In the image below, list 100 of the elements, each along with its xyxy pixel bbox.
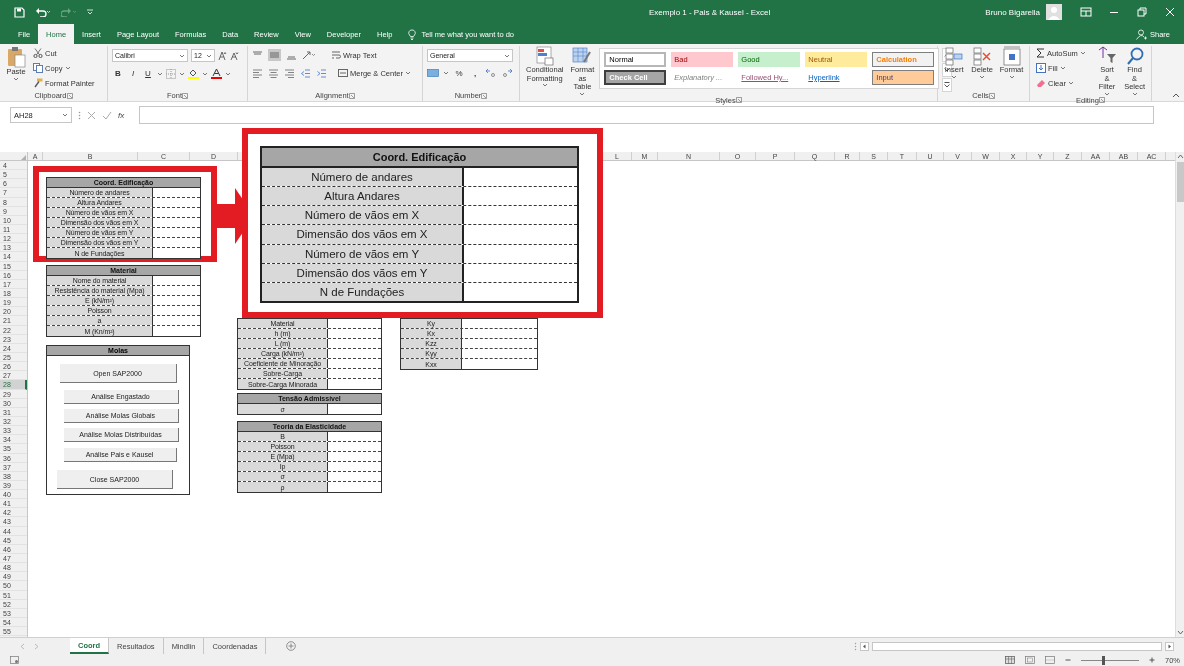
- formula-input[interactable]: [139, 106, 1154, 124]
- decrease-decimal-icon[interactable]: [501, 68, 513, 78]
- restore-icon[interactable]: [1136, 6, 1148, 18]
- table-brush-icon[interactable]: [572, 46, 593, 66]
- fill-down-icon[interactable]: [1036, 63, 1046, 73]
- macro-record-icon[interactable]: [10, 656, 19, 664]
- orientation-icon[interactable]: [302, 50, 316, 60]
- table-cell: Número de vãos em Y: [262, 244, 464, 263]
- add-sheet-icon[interactable]: [286, 641, 297, 651]
- dialog-launcher-icon[interactable]: [988, 92, 995, 99]
- scroll-right-icon[interactable]: [1165, 641, 1174, 651]
- clipboard-icon[interactable]: [6, 46, 26, 68]
- caret-icon[interactable]: [1131, 91, 1138, 96]
- dialog-launcher-icon[interactable]: [66, 92, 73, 99]
- table-cell: Dimensão dos vãos em X: [262, 225, 464, 244]
- caret-icon[interactable]: [179, 71, 185, 76]
- currency-icon[interactable]: [427, 68, 439, 78]
- check-icon[interactable]: [102, 110, 112, 120]
- zoom-in-icon[interactable]: [1149, 657, 1155, 663]
- font-style-button[interactable]: I: [127, 69, 139, 78]
- caret-icon[interactable]: [225, 71, 231, 76]
- wrap-text-icon[interactable]: [331, 50, 341, 60]
- scissors-icon[interactable]: [33, 48, 43, 58]
- merge-cells-icon[interactable]: [338, 68, 348, 78]
- delete-cells-icon[interactable]: [972, 46, 993, 66]
- insert-cells-icon[interactable]: [944, 46, 965, 66]
- caret-icon[interactable]: [1067, 81, 1074, 85]
- sort-filter-icon[interactable]: [1097, 46, 1117, 66]
- caret-icon[interactable]: [404, 71, 411, 75]
- percent-button[interactable]: %: [453, 68, 465, 78]
- table-title: Coord. Edificação: [262, 148, 577, 168]
- align-right-icon[interactable]: [284, 68, 295, 78]
- horizontal-scrollbar[interactable]: [872, 641, 1162, 651]
- caret-icon[interactable]: [579, 91, 586, 96]
- dialog-launcher-icon[interactable]: [182, 92, 188, 99]
- scroll-left-icon[interactable]: [860, 641, 869, 651]
- caret-icon[interactable]: [541, 83, 548, 88]
- zoom-out-icon[interactable]: [1065, 657, 1071, 663]
- align-left-icon[interactable]: [252, 68, 263, 78]
- normal-view-icon[interactable]: [1005, 656, 1015, 664]
- save-icon[interactable]: [14, 6, 25, 18]
- copy-icon[interactable]: [33, 63, 43, 73]
- dialog-launcher-icon[interactable]: [348, 92, 355, 99]
- table-cell: Número de andares: [262, 168, 464, 187]
- caret-icon[interactable]: [951, 74, 958, 79]
- grow-font-icon[interactable]: [218, 51, 227, 60]
- table-cell: N de Fundações: [262, 282, 464, 301]
- user-name[interactable]: Bruno Bigarella: [985, 7, 1040, 17]
- caret-icon[interactable]: [157, 71, 163, 76]
- increase-indent-icon[interactable]: [316, 68, 327, 78]
- table-cell: Altura Andares: [262, 187, 464, 206]
- caret-icon[interactable]: [504, 53, 510, 58]
- fill-color-icon[interactable]: [188, 68, 199, 79]
- align-center-icon[interactable]: [268, 68, 279, 78]
- customize-icon[interactable]: [87, 9, 93, 15]
- caret-icon[interactable]: [206, 53, 212, 58]
- caret-icon[interactable]: [1008, 74, 1015, 79]
- ribbon-display-icon[interactable]: [1080, 6, 1092, 18]
- eraser-icon[interactable]: [1036, 78, 1046, 88]
- close-icon[interactable]: [1164, 6, 1176, 18]
- caret-icon[interactable]: [1104, 91, 1110, 96]
- lightbulb-icon[interactable]: [408, 28, 417, 40]
- redo-icon[interactable]: [61, 7, 77, 17]
- caret-icon[interactable]: [1059, 66, 1066, 70]
- increase-decimal-icon[interactable]: [485, 68, 497, 78]
- zoom-slider-thumb[interactable]: [1101, 655, 1105, 665]
- page-layout-view-icon[interactable]: [1025, 656, 1035, 664]
- share-person-icon[interactable]: [1136, 28, 1147, 40]
- scroll-up-icon[interactable]: [1176, 152, 1184, 160]
- font-style-button[interactable]: U: [142, 69, 154, 78]
- shrink-font-icon[interactable]: [230, 51, 239, 60]
- caret-icon[interactable]: [13, 76, 19, 81]
- caret-icon[interactable]: [202, 71, 208, 76]
- scrollbar-thumb[interactable]: [1176, 162, 1184, 202]
- caret-icon[interactable]: [179, 53, 185, 58]
- undo-icon[interactable]: [35, 7, 51, 17]
- table-cell: Dimensão dos vãos em Y: [262, 263, 464, 282]
- sigma-icon[interactable]: [1036, 48, 1045, 58]
- cancel-icon[interactable]: [87, 110, 96, 120]
- conditional-format-icon[interactable]: [535, 46, 554, 66]
- font-color-icon[interactable]: [211, 68, 222, 79]
- table-cell: Número de vãos em X: [262, 206, 464, 225]
- font-style-button[interactable]: B: [112, 69, 124, 78]
- paintbrush-icon[interactable]: [33, 78, 43, 88]
- caret-icon[interactable]: [1079, 51, 1086, 55]
- more-styles-icon[interactable]: [944, 82, 951, 88]
- decrease-indent-icon[interactable]: [300, 68, 311, 78]
- caret-icon[interactable]: [62, 113, 68, 117]
- comma-style-button[interactable]: ,: [469, 68, 481, 78]
- dialog-launcher-icon[interactable]: [1098, 97, 1105, 104]
- search-icon[interactable]: [1124, 46, 1145, 66]
- format-cells-icon[interactable]: [1001, 46, 1022, 66]
- page-break-view-icon[interactable]: [1045, 656, 1055, 664]
- caret-icon[interactable]: [979, 74, 986, 79]
- caret-icon[interactable]: [64, 66, 71, 70]
- collapse-ribbon-icon[interactable]: [1172, 93, 1180, 98]
- caret-icon[interactable]: [443, 71, 449, 75]
- dialog-launcher-icon[interactable]: [481, 92, 488, 99]
- dialog-launcher-icon[interactable]: [735, 97, 742, 104]
- insert-function-button[interactable]: fx: [118, 110, 130, 120]
